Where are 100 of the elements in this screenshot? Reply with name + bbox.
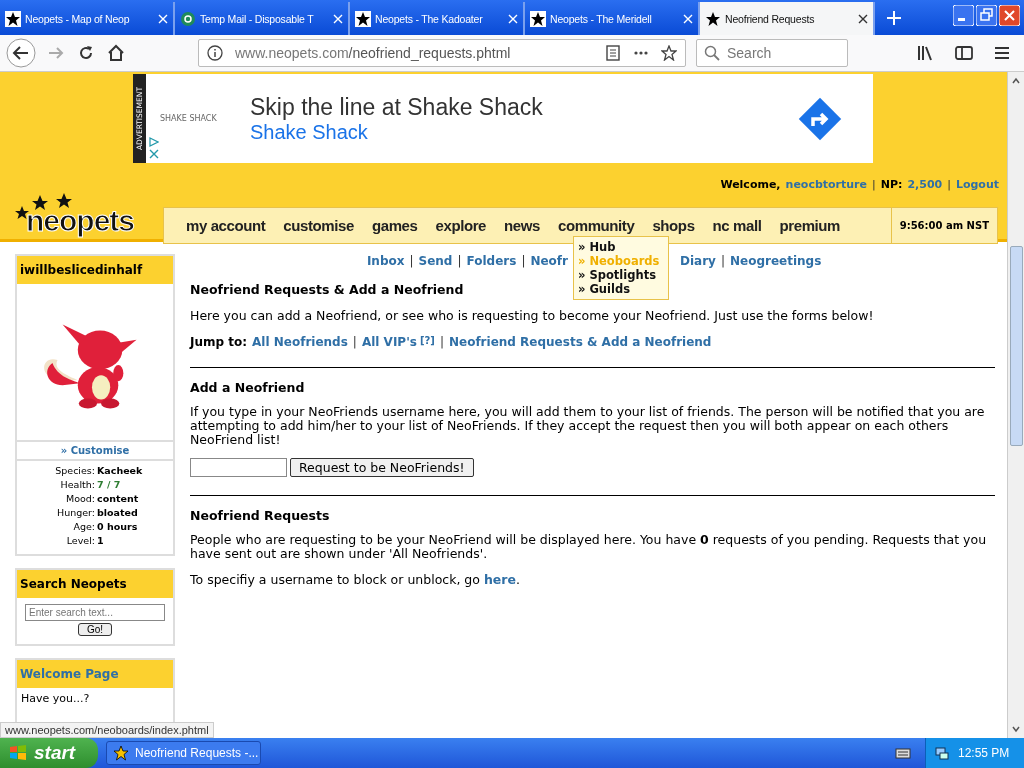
ad-headline: Skip the line at Shake Shack	[250, 93, 543, 121]
minimize-icon[interactable]	[953, 5, 974, 26]
menu-item[interactable]: » Hub	[578, 240, 664, 254]
start-button[interactable]: start	[0, 738, 98, 768]
star-icon	[113, 745, 129, 761]
nav-link[interactable]: my account	[186, 217, 266, 234]
jump-link[interactable]: All Neofriends	[252, 335, 348, 349]
section-title: Add a Neofriend	[190, 380, 305, 395]
jump-label: Jump to:	[190, 335, 248, 349]
subnav-link[interactable]: Neogreetings	[729, 254, 822, 272]
close-icon[interactable]	[858, 13, 868, 24]
close-ad-icon[interactable]	[149, 149, 159, 159]
clock-text: 9:56:00 am NST	[890, 208, 997, 243]
jump-link[interactable]: Neofriend Requests & Add a Neofriend	[448, 335, 712, 349]
subnav-link[interactable]: Send	[418, 254, 453, 272]
separator: |	[720, 254, 725, 270]
subnav-link[interactable]: Diary	[680, 254, 716, 272]
ad-advertiser: Shake Shack	[250, 120, 369, 144]
status-url: www.neopets.com/neoboards/index.phtml	[0, 722, 214, 738]
np-label: NP:	[880, 178, 903, 191]
separator: |	[457, 254, 462, 270]
scroll-down-icon[interactable]	[1011, 724, 1021, 734]
stat-value: 0 hours	[97, 520, 139, 534]
stat-value: 7 / 7	[97, 478, 122, 492]
nav-link[interactable]: explore	[435, 217, 487, 234]
logout-link[interactable]: Logout	[955, 178, 999, 191]
stat-value: 1	[97, 534, 105, 548]
scroll-up-icon[interactable]	[1011, 76, 1021, 86]
sidebar-icon[interactable]	[954, 43, 974, 63]
reader-view-icon[interactable]	[605, 45, 621, 61]
nav-link[interactable]: premium	[779, 217, 841, 234]
browser-tab[interactable]: Neofriend Requests	[700, 2, 875, 35]
block-text: To specifiy a username to block or unblock, go here.	[190, 573, 521, 587]
star-icon	[530, 10, 546, 27]
star-icon	[5, 10, 21, 27]
customise-link[interactable]: » Customise	[17, 442, 173, 461]
intro-text: Here you can add a Neofriend, or see who is requesting to become your Neofriend. Just use the forms below!	[190, 309, 875, 323]
welcome-text: Have you...?	[20, 691, 91, 707]
windows-flag-icon	[8, 743, 28, 763]
jump-link[interactable]: All VIP's	[361, 335, 417, 349]
back-icon[interactable]	[6, 38, 36, 68]
network-icon[interactable]	[934, 745, 950, 761]
requests-text: People who are requesting to be your NeoFriend will be displayed here. You have 0 requests of you pending. Requests that you have sent out are shown under 'All Neofriends'.	[190, 533, 988, 561]
tab-title: Neopets - The Kadoater	[375, 12, 484, 25]
keyboard-icon[interactable]	[895, 745, 911, 761]
scrollbar-thumb[interactable]	[1009, 246, 1023, 446]
go-button[interactable]: Go!	[77, 623, 113, 636]
search-field[interactable]: Search	[696, 39, 848, 67]
help-link[interactable]: [?]	[419, 335, 435, 349]
menu-item[interactable]: » Spotlights	[578, 268, 664, 282]
pet-name: iwillbeslicedinhalf	[17, 256, 173, 284]
tab-title: Temp Mail - Disposable T	[200, 12, 315, 25]
new-tab-icon[interactable]	[887, 11, 901, 25]
subnav-link[interactable]: Neofr	[530, 254, 568, 272]
request-button[interactable]: Request to be NeoFriends!	[290, 458, 474, 477]
stat-label: Species:	[54, 464, 95, 478]
adchoices-icon[interactable]	[149, 137, 159, 147]
separator: |	[352, 335, 357, 349]
info-icon	[207, 45, 223, 61]
welcome-page-title[interactable]: Welcome Page	[17, 660, 173, 688]
home-icon[interactable]	[106, 43, 126, 63]
star-icon	[705, 10, 721, 27]
separator: |	[947, 178, 951, 191]
stat-label: Hunger:	[56, 506, 95, 520]
menu-item[interactable]: » Guilds	[578, 282, 664, 296]
taskbar-button[interactable]: Neofriend Requests -...	[106, 741, 261, 765]
stat-label: Level:	[65, 534, 95, 548]
welcome-label: Welcome,	[720, 178, 781, 191]
separator: |	[439, 335, 444, 349]
close-window-icon[interactable]	[999, 5, 1020, 26]
tab-title: Neopets - The Meridell	[550, 12, 653, 25]
stat-value: content	[97, 492, 140, 506]
stat-label: Health:	[59, 478, 95, 492]
star-icon	[355, 10, 371, 27]
separator: |	[872, 178, 876, 191]
search-title: Search Neopets	[17, 570, 173, 598]
address-bar[interactable]: www.neopets.com/neofriend_requests.phtml	[198, 39, 686, 67]
subnav-link[interactable]: Inbox	[366, 254, 405, 272]
subnav-link[interactable]: Folders	[466, 254, 517, 272]
search-field[interactable]: Enter search text...	[25, 604, 165, 621]
add-text: If you type in your NeoFriends username here, you will add them to your list of friends. The person will be notified that you are attempting to add him/her to your list of NeoFriends. If they accept the request then you will both appear on each others NeoFriend list!	[190, 405, 986, 447]
username-link[interactable]: neocbtorture	[785, 178, 867, 191]
nav-link[interactable]: games	[371, 217, 418, 234]
search-icon	[704, 45, 720, 61]
here-link[interactable]: here	[483, 572, 516, 587]
separator: |	[409, 254, 414, 270]
restore-icon[interactable]	[976, 5, 997, 26]
bookmark-star-icon[interactable]	[661, 45, 677, 61]
nav-link[interactable]: news	[504, 217, 540, 234]
username-field[interactable]	[190, 458, 287, 477]
np-amount-link[interactable]: 2,500	[907, 178, 943, 191]
site-logo[interactable]: neopets	[12, 192, 162, 244]
clock-text: 12:55 PM	[958, 746, 1010, 760]
nav-link[interactable]: customise	[283, 217, 354, 234]
stat-value: bloated	[97, 506, 139, 520]
stat-label: Mood:	[64, 492, 95, 506]
url-text: www.neopets.com/neofriend_requests.phtml	[235, 45, 511, 61]
nav-link[interactable]: nc mall	[712, 217, 762, 234]
nav-link[interactable]: community	[558, 217, 635, 234]
nav-link[interactable]: shops	[652, 217, 695, 234]
